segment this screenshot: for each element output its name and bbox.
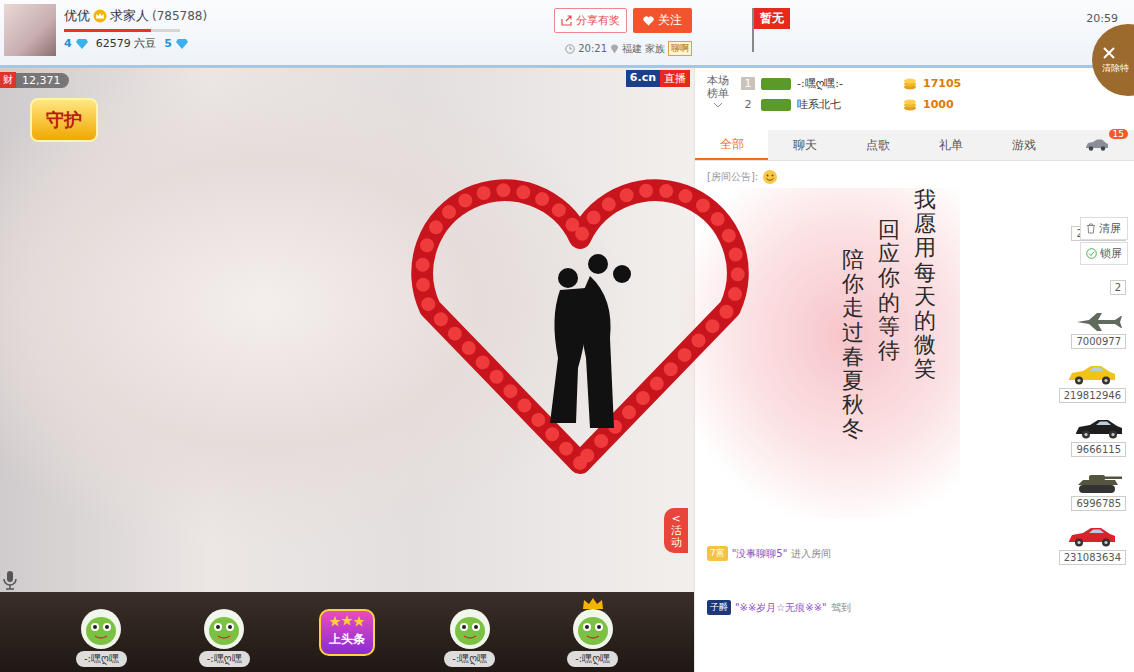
- family-label: 家族: [645, 42, 665, 56]
- room-header: 优优 求家人(785788) 4 62579 六豆 5 分享有奖 关注 20:21 福建家族…: [0, 0, 1134, 68]
- gift-record: 6996785: [1071, 472, 1126, 511]
- clock: 20:59: [1086, 12, 1118, 25]
- strip-item[interactable]: -:嘿ღ嘿: [56, 598, 146, 667]
- activity-tab[interactable]: <活动: [664, 508, 688, 553]
- live-time: 20:21: [578, 43, 607, 54]
- host-tagline: 求家人: [110, 7, 149, 25]
- avatar-mascot-icon: [80, 608, 122, 650]
- ranking-title[interactable]: 本场榜单: [707, 74, 729, 124]
- stars-icon: [327, 615, 367, 627]
- share-button[interactable]: 分享有奖: [554, 8, 627, 33]
- chat-control-button[interactable]: 清屏: [1080, 217, 1128, 240]
- vehicle-tab[interactable]: 15: [1061, 130, 1134, 160]
- chat-row: 7富"没事聊聊5"进入房间 231083634: [707, 511, 1126, 565]
- share-icon: [561, 15, 572, 26]
- tab[interactable]: 游戏: [988, 130, 1061, 160]
- chat-list: [房间公告]:2017526 2 7000977 219812946 9666115 69…: [695, 161, 1134, 672]
- headline-badge[interactable]: 上头条: [319, 609, 375, 656]
- chat-message: 子爵"※※岁月☆无痕※※"驾到: [707, 600, 851, 619]
- gift-record: 9666115: [1071, 418, 1126, 457]
- ranking-row[interactable]: 2哇系北七1000: [741, 97, 961, 112]
- guard-badge[interactable]: 守护: [30, 98, 98, 142]
- chat-row: 2017526: [707, 187, 1126, 241]
- location-icon: [610, 43, 619, 54]
- chat-row: 子爵"※※岁月☆无痕※※"驾到: [707, 565, 1126, 619]
- site-logo: 6.cn直播: [626, 70, 690, 87]
- gift-record: 2: [1110, 280, 1126, 295]
- ranking: 本场榜单 1-:嘿ღ嘿:-17105 2哇系北七1000: [695, 68, 1134, 130]
- wealth-level: 4: [64, 37, 72, 50]
- rank-flag: 暂无: [752, 8, 790, 52]
- chevron-down-icon: [713, 102, 723, 108]
- room-id: (785788): [152, 9, 207, 23]
- heart-icon: [643, 16, 654, 26]
- avatar-mascot-icon: [572, 608, 614, 650]
- gift-record: 7000977: [1071, 312, 1126, 349]
- tab[interactable]: 全部: [695, 130, 768, 160]
- host-info: 优优 求家人(785788) 4 62579 六豆 5: [0, 0, 552, 65]
- live-room-page: 优优 求家人(785788) 4 62579 六豆 5 分享有奖 关注 20:21 福建家族…: [0, 0, 1134, 672]
- ranking-row[interactable]: 1-:嘿ღ嘿:-17105: [741, 76, 961, 91]
- gift-animation: 我愿用每天的微笑回应你的等待陪你走过春夏秋冬: [400, 188, 960, 518]
- chat-row: 7000977: [707, 295, 1126, 349]
- sports-car-icon: [1067, 526, 1117, 548]
- chat-row: 2: [707, 241, 1126, 295]
- tab[interactable]: 礼单: [915, 130, 988, 160]
- family-badge[interactable]: 聊啊: [668, 41, 692, 56]
- level-bar: [64, 29, 180, 32]
- trash-icon: [1086, 223, 1096, 234]
- crown-icon: [582, 598, 604, 610]
- tab[interactable]: 点歌: [841, 130, 914, 160]
- chat-message: 7富"没事聊聊5"进入房间: [707, 546, 831, 565]
- crown-icon: [93, 9, 107, 23]
- avatar-mascot-icon: [203, 608, 245, 650]
- tank-icon: [1075, 472, 1123, 494]
- gift-record: 231083634: [1059, 526, 1126, 565]
- chat-control-button[interactable]: 锁屏: [1080, 242, 1128, 265]
- strip-item[interactable]: -:嘿ღ嘿: [179, 598, 269, 667]
- rose-heart-icon: [400, 178, 760, 478]
- chat-tabs: 全部聊天点歌礼单游戏 15: [695, 130, 1134, 161]
- user-badge: [761, 78, 791, 90]
- gift-record: 219812946: [1059, 364, 1126, 403]
- clock-icon: [565, 44, 575, 54]
- strip-item[interactable]: 上头条: [302, 609, 392, 656]
- coins-icon: [903, 99, 917, 111]
- beans-count: 62579 六豆: [96, 36, 157, 51]
- follow-button[interactable]: 关注: [633, 8, 692, 33]
- check-circle-icon: [1086, 248, 1097, 259]
- side-panel: 本场榜单 1-:嘿ღ嘿:-17105 2哇系北七1000 全部聊天点歌礼单游戏 15 [房…: [694, 68, 1134, 672]
- chat-row: 6996785: [707, 457, 1126, 511]
- star-level: 5: [164, 37, 172, 50]
- coins-icon: [903, 78, 917, 90]
- diamond-icon: [76, 39, 88, 49]
- avatar-mascot-icon: [449, 608, 491, 650]
- sports-car-icon: [1074, 418, 1124, 440]
- chat-row: 9666115: [707, 403, 1126, 457]
- close-icon: [1102, 46, 1116, 60]
- location: 福建: [622, 42, 642, 56]
- host-avatar[interactable]: [4, 4, 56, 56]
- chat-row: 219812946: [707, 349, 1126, 403]
- smiley-icon: [762, 169, 778, 185]
- strip-item[interactable]: -:嘿ღ嘿: [425, 598, 515, 667]
- video-stream[interactable]: 财12,371 守护 6.cn直播 <活动: [0, 68, 694, 592]
- wealth-badge: 财12,371: [0, 72, 69, 88]
- room-notice: [房间公告]:: [707, 167, 1126, 187]
- sports-car-icon: [1067, 364, 1117, 386]
- microphone-icon[interactable]: [2, 570, 18, 590]
- user-badge: [761, 99, 791, 111]
- host-name: 优优: [64, 7, 90, 25]
- strip-item[interactable]: -:嘿ღ嘿: [548, 598, 638, 667]
- diamond-icon: [176, 39, 188, 49]
- fighter-jet-icon: [1075, 312, 1123, 332]
- gift-verse: 我愿用每天的微笑回应你的等待陪你走过春夏秋冬: [842, 188, 960, 442]
- tab[interactable]: 聊天: [768, 130, 841, 160]
- gift-strip: -:嘿ღ嘿 -:嘿ღ嘿 上头条 -:嘿ღ嘿 -:嘿ღ嘿: [0, 592, 694, 672]
- clear-effects-button[interactable]: 清除特: [1092, 24, 1134, 96]
- count-badge: 15: [1109, 129, 1128, 139]
- car-icon: [1085, 139, 1109, 151]
- flag-label: 暂无: [754, 8, 790, 29]
